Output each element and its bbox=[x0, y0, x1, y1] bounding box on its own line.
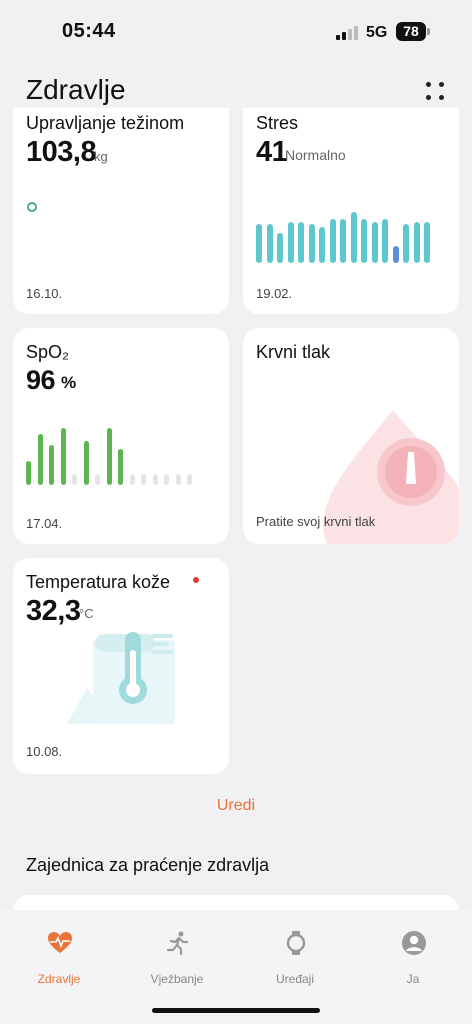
spo2-bar bbox=[95, 474, 100, 485]
spo2-bar bbox=[37, 434, 43, 485]
stress-bar bbox=[308, 224, 315, 263]
weight-card-title: Upravljanje težinom bbox=[26, 113, 185, 133]
weight-date: 16.10. bbox=[26, 286, 63, 301]
thermometer-icon bbox=[67, 632, 175, 724]
spo2-card[interactable]: SpO₂ 96 % 17.04. bbox=[13, 328, 229, 544]
spo2-bar bbox=[175, 474, 181, 485]
running-person-icon bbox=[166, 931, 189, 956]
spo2-date: 17.04. bbox=[26, 516, 63, 531]
spo2-bar bbox=[26, 461, 31, 485]
blood-pressure-card[interactable]: Krvni tlak Pratite svoj krvni tlak bbox=[243, 328, 459, 544]
spo2-bar bbox=[187, 474, 192, 485]
blood-pressure-title: Krvni tlak bbox=[256, 342, 331, 362]
spo2-bar bbox=[72, 474, 77, 485]
tab-me[interactable]: Ja bbox=[354, 910, 472, 1000]
bottom-tab-bar: Zdravlje Vježbanje Uređaji Ja bbox=[0, 910, 472, 1024]
edit-cards-link[interactable]: Uredi bbox=[0, 797, 472, 815]
tab-health-label: Zdravlje bbox=[37, 972, 81, 986]
stress-card[interactable]: Stres 41 Normalno 19.02. bbox=[243, 108, 459, 314]
battery-tip bbox=[427, 28, 430, 35]
watch-icon bbox=[286, 931, 306, 955]
spo2-value: 96 bbox=[26, 365, 56, 395]
stress-bar bbox=[298, 222, 304, 263]
spo2-bar bbox=[60, 428, 66, 485]
blood-pressure-hint: Pratite svoj krvni tlak bbox=[256, 514, 376, 529]
tab-me-label: Ja bbox=[406, 972, 420, 986]
spo2-bar bbox=[83, 441, 89, 485]
signal-icon bbox=[336, 26, 358, 40]
stress-bar bbox=[403, 224, 409, 263]
stress-bar bbox=[319, 227, 325, 263]
stress-bar bbox=[329, 219, 336, 263]
tab-exercise[interactable]: Vježbanje bbox=[118, 910, 236, 1000]
tab-exercise-label: Vježbanje bbox=[150, 972, 204, 986]
heart-pulse-icon bbox=[48, 932, 72, 953]
spo2-card-title: SpO₂ bbox=[26, 342, 70, 362]
stress-bar bbox=[413, 222, 420, 263]
spo2-bar-chart bbox=[26, 428, 192, 485]
page-title: Zdravlje bbox=[26, 74, 126, 105]
stress-bar bbox=[371, 222, 378, 263]
stress-status: Normalno bbox=[285, 147, 346, 163]
spo2-bar bbox=[106, 428, 112, 485]
weight-card[interactable]: Upravljanje težinom 103,8 kg 16.10. bbox=[13, 108, 229, 314]
status-time: 05:44 bbox=[62, 20, 116, 42]
stress-date: 19.02. bbox=[256, 286, 293, 301]
weight-point-icon bbox=[27, 202, 37, 212]
spo2-bar bbox=[118, 449, 123, 485]
skin-temperature-unit: °C bbox=[79, 606, 94, 621]
skin-temperature-value: 32,3 bbox=[26, 595, 81, 627]
profile-icon bbox=[402, 931, 426, 955]
stress-bar bbox=[266, 224, 273, 263]
notification-dot bbox=[193, 577, 199, 583]
stress-bar bbox=[361, 219, 367, 263]
spo2-bar bbox=[152, 474, 158, 485]
spo2-bar bbox=[141, 474, 146, 485]
stress-bar-chart bbox=[256, 208, 430, 263]
stress-bar bbox=[392, 246, 399, 263]
battery-icon: 78 bbox=[396, 22, 426, 41]
stress-bar bbox=[350, 212, 357, 263]
stress-bar bbox=[256, 224, 262, 263]
stress-bar bbox=[287, 222, 294, 263]
stress-value: 41 bbox=[256, 136, 288, 168]
home-indicator bbox=[152, 1008, 320, 1013]
skin-temperature-date: 10.08. bbox=[26, 744, 63, 759]
tab-health[interactable]: Zdravlje bbox=[0, 910, 118, 1000]
spo2-bar bbox=[164, 474, 169, 485]
spo2-bar bbox=[129, 474, 135, 485]
spo2-bar bbox=[49, 445, 54, 485]
stress-bar bbox=[382, 219, 388, 263]
stress-bar bbox=[424, 222, 430, 263]
status-bar: 05:44 5G 78 bbox=[0, 0, 472, 64]
community-section-title: Zajednica za praćenje zdravlja bbox=[26, 855, 270, 875]
tab-devices-label: Uređaji bbox=[275, 972, 314, 986]
stress-bar bbox=[340, 219, 346, 263]
skin-temperature-card[interactable]: Temperatura kože 32,3 °C 10.08. bbox=[13, 558, 229, 774]
stress-card-title: Stres bbox=[256, 113, 299, 133]
tab-devices[interactable]: Uređaji bbox=[236, 910, 354, 1000]
grid-menu-icon[interactable] bbox=[424, 80, 446, 102]
weight-value: 103,8 bbox=[26, 136, 97, 168]
weight-unit: kg bbox=[94, 149, 108, 164]
stress-bar bbox=[277, 233, 283, 263]
spo2-unit: % bbox=[61, 373, 77, 392]
network-type: 5G bbox=[366, 24, 388, 41]
skin-temperature-title: Temperatura kože bbox=[26, 572, 171, 592]
